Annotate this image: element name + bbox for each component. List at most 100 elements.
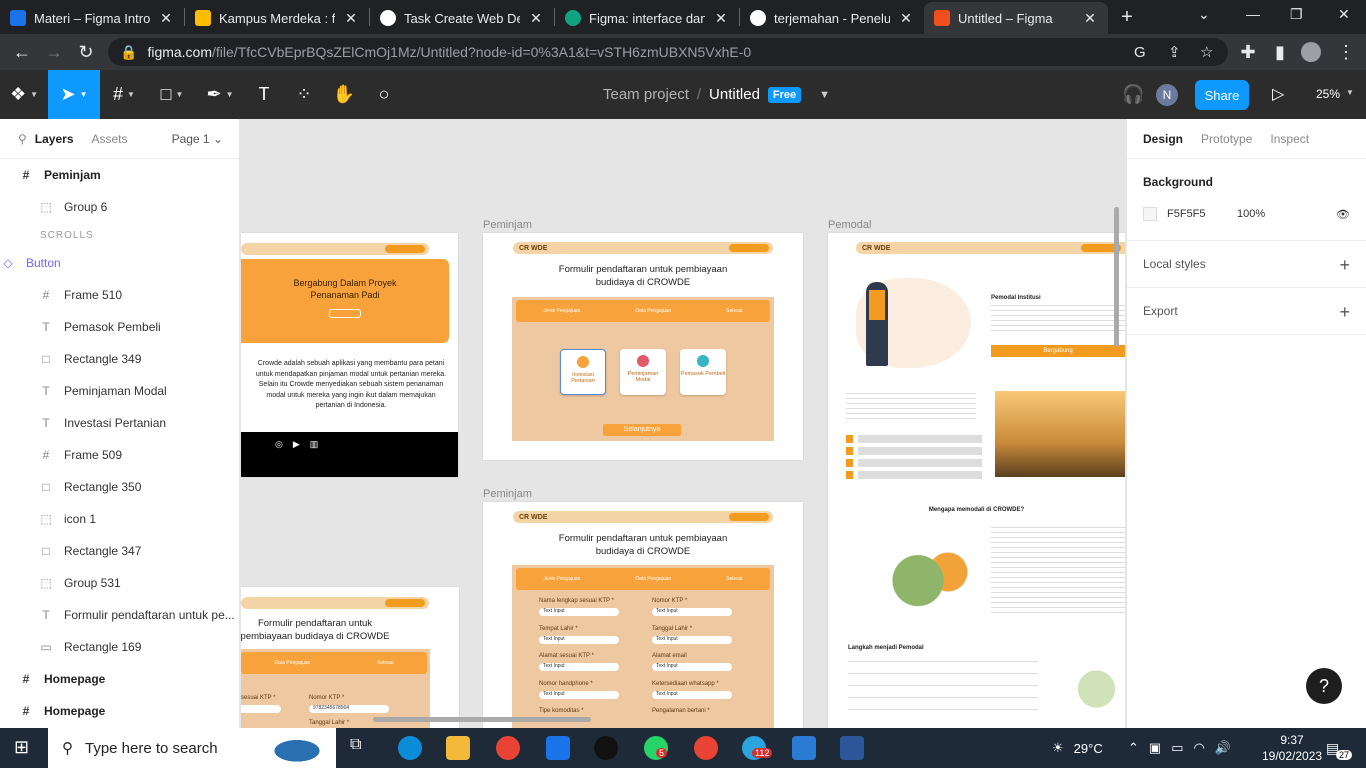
layer-item[interactable]: # Homepage (0, 695, 239, 727)
layer-item[interactable]: T Peminjaman Modal (0, 375, 239, 407)
figma-menu-icon[interactable]: ❖ ▼ (0, 70, 48, 119)
clock[interactable]: 9:37 19/02/2023 (1262, 732, 1322, 764)
design-canvas[interactable]: Bergabung Dalam Proyek Penanaman Padi Cr… (241, 119, 1125, 728)
edge-icon[interactable] (398, 736, 422, 760)
pemodal-frame[interactable]: CR WDE Pemodal Institusi Bergabung Menga… (828, 233, 1125, 728)
comment-tool-icon[interactable]: ○ (364, 70, 404, 119)
layer-item[interactable]: # Peminjam (0, 159, 239, 191)
chevron-down-icon[interactable]: ▼ (819, 89, 830, 101)
frame-label-pemodal[interactable]: Pemodal (828, 219, 871, 231)
windows-start-icon[interactable]: ⊞ (14, 737, 29, 758)
layer-item[interactable]: # Homepage (0, 663, 239, 695)
background-opacity[interactable]: 100% (1237, 208, 1265, 220)
share-button[interactable]: Share (1195, 80, 1249, 110)
vertical-scrollbar[interactable] (1114, 207, 1119, 347)
url-field[interactable]: 🔒 figma.com/file/TfcCVbEprBQsZElCmOj1Mz/… (108, 38, 1228, 66)
side-panel-icon[interactable]: ▮ (1264, 42, 1296, 63)
tab-prototype[interactable]: Prototype (1201, 132, 1252, 146)
avatar[interactable]: N (1156, 84, 1178, 106)
layer-item[interactable]: ⬚ Group 6 (0, 191, 239, 223)
wifi-icon[interactable]: ◠ (1194, 740, 1205, 756)
mail-icon[interactable] (546, 736, 570, 760)
file-name[interactable]: Untitled (709, 86, 760, 103)
horizontal-scrollbar[interactable] (373, 717, 591, 722)
peminjam-frame-1[interactable]: CR WDE Formulir pendaftaran untuk pembia… (483, 233, 803, 460)
background-hex[interactable]: F5F5F5 (1167, 208, 1227, 220)
close-icon[interactable]: ✕ (528, 10, 544, 27)
close-icon[interactable]: ✕ (898, 10, 914, 27)
chrome-icon[interactable] (694, 736, 718, 760)
layer-item[interactable]: # Frame 509 (0, 439, 239, 471)
search-icon[interactable]: ⚲ (18, 132, 27, 146)
layer-item[interactable]: □ Rectangle 347 (0, 535, 239, 567)
layer-item[interactable]: ⬚ icon 1 (0, 503, 239, 535)
bookmark-star-icon[interactable]: ☆ (1200, 38, 1213, 66)
new-tab-button[interactable]: + (1112, 6, 1142, 29)
tab-layers[interactable]: Layers (35, 132, 74, 146)
forward-icon[interactable]: → (38, 42, 70, 63)
team-name[interactable]: Team project (603, 86, 689, 103)
browser-menu-icon[interactable]: ⋮ (1330, 42, 1362, 63)
add-export-icon[interactable]: + (1339, 302, 1350, 323)
browser-tab-2[interactable]: Kampus Merdeka : fig ✕ (185, 2, 369, 34)
hand-tool-icon[interactable]: ✋ (324, 70, 364, 119)
close-icon[interactable]: ✕ (1082, 10, 1098, 27)
vscode-icon[interactable] (792, 736, 816, 760)
play-icon[interactable]: ▷ (1272, 84, 1284, 104)
resources-icon[interactable]: ⁘ (284, 70, 324, 119)
close-icon[interactable]: ✕ (343, 10, 359, 27)
minimize-icon[interactable]: — (1246, 6, 1260, 22)
window-close-icon[interactable]: ✕ (1338, 6, 1350, 23)
word-icon[interactable] (840, 736, 864, 760)
layer-item[interactable]: ⬚ Group 531 (0, 567, 239, 599)
tiktok-icon[interactable] (594, 736, 618, 760)
eye-icon[interactable]: 👁 (1336, 208, 1350, 221)
headphones-icon[interactable]: 🎧 (1122, 84, 1144, 105)
browser-tab-active[interactable]: Untitled – Figma ✕ (924, 2, 1108, 34)
add-style-icon[interactable]: + (1339, 255, 1350, 276)
color-swatch[interactable] (1143, 207, 1157, 221)
shape-tool-icon[interactable]: □ ▼ (148, 70, 196, 119)
extensions-icon[interactable]: ✚ (1232, 42, 1264, 63)
device-icon[interactable]: ▣ (1149, 740, 1161, 756)
back-icon[interactable]: ← (6, 42, 38, 63)
battery-icon[interactable]: ▭ (1171, 740, 1183, 756)
peminjam-frame-2[interactable]: CR WDE Formulir pendaftaran untuk pembia… (483, 502, 803, 728)
google-lens-icon[interactable]: G (1134, 38, 1146, 66)
file-explorer-icon[interactable] (446, 736, 470, 760)
frame-label-peminjam[interactable]: Peminjam (483, 488, 532, 500)
browser-tab-5[interactable]: terjemahan - Penelus ✕ (740, 2, 924, 34)
zoom-level[interactable]: 25% (1316, 87, 1340, 101)
text-tool-icon[interactable]: T (244, 70, 284, 119)
browser-tab-1[interactable]: Materi – Figma Introd ✕ (0, 2, 184, 34)
reload-icon[interactable]: ↻ (70, 42, 102, 63)
frame-tool-icon[interactable]: # ▼ (100, 70, 148, 119)
help-button[interactable]: ? (1306, 668, 1342, 704)
restore-icon[interactable]: ❐ (1290, 6, 1303, 23)
layer-item[interactable]: □ Rectangle 349 (0, 343, 239, 375)
weather-widget[interactable]: ☀ 29°C (1052, 728, 1103, 768)
chevron-down-icon[interactable]: ▼ (1346, 88, 1354, 97)
chevron-up-icon[interactable]: ⌃ (1128, 740, 1139, 756)
layer-item[interactable]: ▭ Rectangle 169 (0, 631, 239, 663)
layer-item[interactable]: □ Rectangle 350 (0, 471, 239, 503)
tab-inspect[interactable]: Inspect (1270, 132, 1309, 146)
layer-item[interactable]: ◇ Button (0, 247, 239, 279)
close-icon[interactable]: ✕ (713, 10, 729, 27)
chrome-icon[interactable] (496, 736, 520, 760)
close-icon[interactable]: ✕ (158, 10, 174, 27)
browser-tab-3[interactable]: Task Create Web Desig ✕ (370, 2, 554, 34)
layer-item[interactable]: T Formulir pendaftaran untuk pe... (0, 599, 239, 631)
task-view-icon[interactable]: ⧉ (350, 736, 374, 760)
taskbar-search[interactable]: ⚲ Type here to search (48, 728, 336, 768)
tab-design[interactable]: Design (1143, 132, 1183, 146)
move-tool-icon[interactable]: ➤ ▼ (48, 70, 100, 119)
pen-tool-icon[interactable]: ✒ ▼ (196, 70, 244, 119)
layer-item[interactable]: # Frame 510 (0, 279, 239, 311)
browser-tab-4[interactable]: Figma: interface dan fi ✕ (555, 2, 739, 34)
frame-label-peminjam[interactable]: Peminjam (483, 219, 532, 231)
form-frame-cut[interactable]: Formulir pendaftaran untuk pembiayaan bu… (241, 587, 459, 728)
homepage-frame[interactable]: Bergabung Dalam Proyek Penanaman Padi Cr… (241, 233, 458, 477)
page-selector[interactable]: Page 1 ⌄ (172, 132, 223, 146)
volume-icon[interactable]: 🔊 (1215, 740, 1231, 756)
